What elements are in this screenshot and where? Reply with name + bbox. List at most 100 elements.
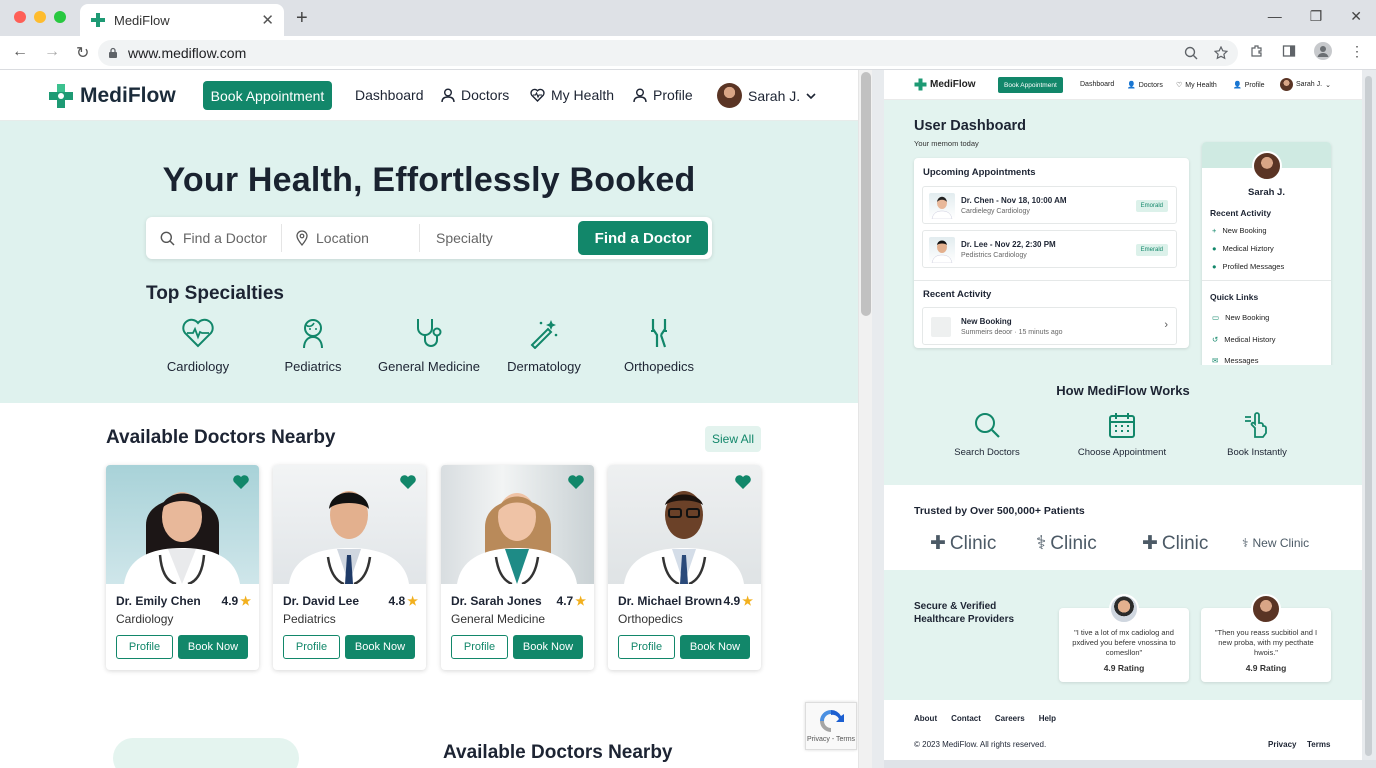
nav-my-health-label: My Health <box>1185 81 1217 89</box>
footer-privacy-link[interactable]: Privacy <box>1268 740 1296 749</box>
footer-link-help[interactable]: Help <box>1039 714 1056 723</box>
close-window-button[interactable] <box>14 11 26 23</box>
doctor-thumbnail <box>929 237 955 263</box>
minimize-window-button[interactable] <box>34 11 46 23</box>
brand-logo[interactable]: MediFlow <box>48 83 176 109</box>
profile-button[interactable]: Profile <box>618 635 675 659</box>
browser-profile-icon[interactable] <box>1314 42 1332 60</box>
nav-profile[interactable]: Profile <box>633 87 693 103</box>
clinic-cross-icon: ✚ <box>1142 533 1158 554</box>
nav-dashboard[interactable]: Dashboard <box>355 87 424 103</box>
book-now-button[interactable]: Book Now <box>513 635 583 659</box>
recent-activity-item[interactable]: New Booking Summeirs deoor · 15 minuts a… <box>922 307 1177 345</box>
clinic-name: New Clinic <box>1252 536 1310 550</box>
quick-link[interactable]: ▭ New Booking <box>1212 313 1269 322</box>
how-step-label: Choose Appointment <box>1077 447 1167 458</box>
location-field[interactable]: Location <box>282 224 420 252</box>
nav-doctors[interactable]: Doctors <box>441 87 509 103</box>
view-all-button[interactable]: Siew All <box>705 426 761 452</box>
zoom-icon[interactable] <box>1184 46 1198 60</box>
favorite-heart-icon[interactable] <box>232 474 250 490</box>
book-now-button[interactable]: Book Now <box>178 635 248 659</box>
extensions-icon[interactable] <box>1250 44 1264 58</box>
nav-dashboard[interactable]: Dashboard <box>1080 81 1114 88</box>
testimonial-card: "Then you reass sucbitiol and I new prob… <box>1201 594 1331 682</box>
main-scrollbar[interactable] <box>858 70 872 768</box>
quick-link[interactable]: ✉ Messages <box>1212 356 1258 365</box>
profile-button[interactable]: Profile <box>116 635 173 659</box>
favorite-heart-icon[interactable] <box>399 474 417 490</box>
restore-icon[interactable]: ❐ <box>1310 8 1323 25</box>
nav-doctors-label: Doctors <box>1138 81 1163 89</box>
scrollbar-thumb[interactable] <box>861 72 871 316</box>
bullet-icon: ● <box>1212 262 1217 271</box>
heart-pulse-icon <box>182 318 214 348</box>
appointment-item[interactable]: Dr. Lee - Nov 22, 2:30 PM Pedistrics Car… <box>922 230 1177 268</box>
specialty-field[interactable]: Specialty <box>420 224 570 252</box>
find-doctor-field[interactable]: Find a Doctor <box>146 224 282 252</box>
recent-item[interactable]: ● Profiled Messages <box>1212 262 1284 271</box>
browser-menu-icon[interactable]: ⋮ <box>1350 43 1364 60</box>
recaptcha-links[interactable]: Privacy - Terms <box>807 736 855 743</box>
scrollbar-thumb[interactable] <box>1365 76 1372 756</box>
book-now-button[interactable]: Book Now <box>345 635 415 659</box>
specialty-orthopedics[interactable]: Orthopedics <box>604 317 714 374</box>
side-panel-icon[interactable] <box>1282 44 1296 58</box>
favorite-heart-icon[interactable] <box>567 474 585 490</box>
testimonial-rating: 4.9 Rating <box>1245 663 1287 673</box>
quick-link[interactable]: ↺ Medical History <box>1212 335 1276 344</box>
browser-toolbar: ← → ↻ www.mediflow.com ⋮ <box>0 36 1376 70</box>
browser-tab[interactable]: MediFlow ✕ <box>80 4 284 36</box>
nav-profile-label: Profile <box>653 87 693 103</box>
clinic-name: Clinic <box>1050 532 1097 554</box>
nav-dashboard-label: Dashboard <box>355 87 424 103</box>
forward-icon[interactable]: → <box>44 43 60 63</box>
profile-button[interactable]: Profile <box>283 635 340 659</box>
specialty-cardiology[interactable]: Cardiology <box>143 317 253 374</box>
favorite-heart-icon[interactable] <box>734 474 752 490</box>
nav-my-health[interactable]: My Health <box>530 87 614 103</box>
minimize-icon[interactable]: — <box>1268 8 1282 25</box>
new-tab-icon[interactable]: + <box>296 7 308 30</box>
appointment-item[interactable]: Dr. Chen - Nov 18, 10:00 AM Cardielegy C… <box>922 186 1177 224</box>
clinic-logo: ✚ Clinic <box>1142 532 1208 555</box>
close-icon[interactable]: ✕ <box>1350 8 1362 25</box>
recent-item[interactable]: + New Booking <box>1212 226 1267 235</box>
maximize-window-button[interactable] <box>54 11 66 23</box>
footer-link-contact[interactable]: Contact <box>951 714 981 723</box>
dashboard-scrollbar[interactable] <box>1362 70 1376 760</box>
clinic-name: Clinic <box>1161 532 1209 554</box>
find-doctor-button[interactable]: Find a Doctor <box>578 221 708 255</box>
specialty-dermatology[interactable]: Dermatology <box>489 317 599 374</box>
book-now-button[interactable]: Book Now <box>680 635 750 659</box>
testimonial-avatar <box>1109 594 1139 624</box>
close-tab-icon[interactable]: ✕ <box>261 11 274 29</box>
recent-item[interactable]: ● Medical Hiztory <box>1212 244 1274 253</box>
profile-button[interactable]: Profile <box>451 635 508 659</box>
user-menu[interactable]: Sarah J. ⌄ <box>1280 78 1331 91</box>
doctor-search-bar: Find a Doctor Location Specialty Find a … <box>146 217 712 259</box>
user-menu[interactable]: Sarah J. <box>717 83 816 108</box>
nav-my-health[interactable]: ♡ My Health <box>1176 81 1217 90</box>
book-appointment-button[interactable]: Book Appointment <box>203 81 332 110</box>
nav-doctors[interactable]: 👤 Doctors <box>1127 81 1163 90</box>
nav-profile[interactable]: 👤 Profile <box>1233 81 1265 90</box>
mediflow-logo-icon <box>49 84 73 108</box>
specialty-general-medicine[interactable]: General Medicine <box>374 317 484 374</box>
specialty-pediatrics[interactable]: Pediatrics <box>258 317 368 374</box>
doctor-photo <box>441 465 594 584</box>
recaptcha-badge[interactable]: Privacy - Terms <box>805 702 857 750</box>
bookmark-star-icon[interactable] <box>1214 46 1228 60</box>
book-appointment-button[interactable]: Book Appointment <box>998 77 1063 93</box>
doctor-rating: 4.7 ★ <box>557 594 586 608</box>
footer-link-careers[interactable]: Careers <box>995 714 1025 723</box>
back-icon[interactable]: ← <box>12 43 28 63</box>
dashboard-brand[interactable]: MediFlow <box>914 78 976 91</box>
top-specialties-title: Top Specialties <box>146 283 284 304</box>
profile-user-icon <box>633 88 647 102</box>
profile-recent-title: Recent Activity <box>1210 208 1272 218</box>
footer-link-about[interactable]: About <box>914 714 937 723</box>
address-bar[interactable]: www.mediflow.com <box>98 40 1238 66</box>
footer-terms-link[interactable]: Terms <box>1307 740 1330 749</box>
reload-icon[interactable]: ↻ <box>76 43 89 63</box>
